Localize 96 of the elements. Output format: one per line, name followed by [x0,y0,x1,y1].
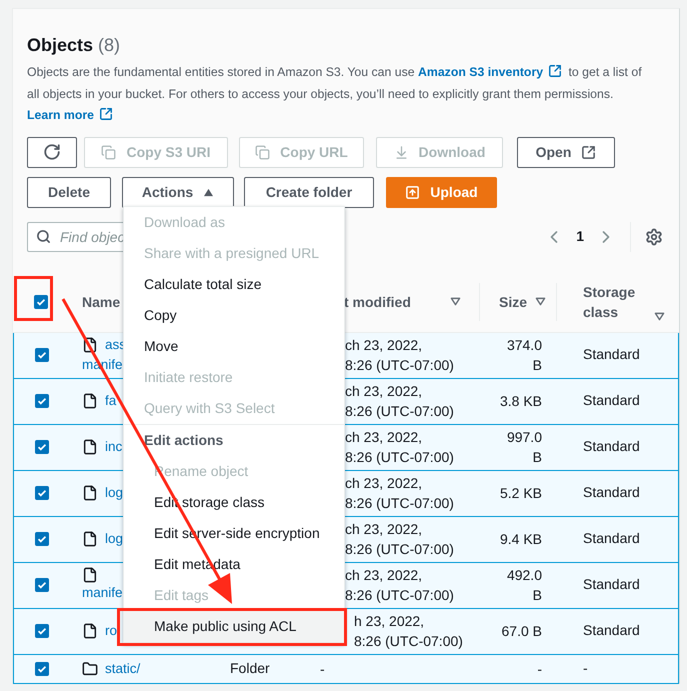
table-row[interactable]: static/ Folder - - - [13,654,679,684]
column-header[interactable]: Storage class [583,282,643,322]
modified-text: ch 23, 2022, [345,336,422,355]
object-count: (8) [98,34,120,57]
sort-icon[interactable] [535,297,546,306]
modified-text: h 23, 2022, [354,612,424,631]
toolbar-button[interactable]: Actions [122,176,234,208]
storage-class-text: Standard [583,530,640,546]
checkbox[interactable] [34,532,48,546]
modified-text: 8:26 (UTC-07:00) [345,494,454,513]
upload-icon [405,184,420,200]
object-name-link[interactable]: fa [105,391,116,411]
check-icon [36,487,48,499]
modified-text: ch 23, 2022, [345,428,422,447]
copy-icon [255,144,270,160]
storage-class-text: Standard [583,346,640,362]
storage-class-text: Standard [583,576,640,592]
help-link[interactable]: Learn more [27,108,94,122]
size-text: - [537,660,542,678]
settings-icon[interactable] [645,228,663,246]
object-name-link[interactable]: manife [82,583,123,603]
size-text: 3.8 KB [500,392,542,411]
modified-text: 8:26 (UTC-07:00) [345,448,454,467]
refresh-icon [43,143,61,161]
file-icon [82,393,98,409]
checkbox[interactable] [34,624,48,638]
check-icon [36,349,48,361]
modified-text: 8:26 (UTC-07:00) [354,632,463,651]
menu-item[interactable]: Make public using ACL [124,611,344,642]
sort-icon[interactable] [654,312,665,320]
size-text: 492.0 B [506,566,542,605]
menu-item[interactable]: Copy [124,300,344,331]
file-icon [82,337,98,353]
modified-text: 8:26 (UTC-07:00) [345,356,454,375]
checkbox[interactable] [34,348,48,362]
modified-text: ch 23, 2022, [345,520,422,539]
download-icon [394,144,409,160]
toolbar-button[interactable]: Delete [27,176,111,208]
modified-text: ch 23, 2022, [345,474,422,493]
checkbox[interactable] [34,394,48,408]
file-icon [82,567,98,583]
modified-text: ch 23, 2022, [345,566,422,585]
highlight-frame [14,276,53,321]
size-text: 997.0 B [506,428,542,467]
modified-text: 8:26 (UTC-07:00) [345,540,454,559]
check-icon [36,579,48,591]
check-icon [36,441,48,453]
column-header[interactable]: t modified [344,292,411,312]
column-header[interactable]: Size [499,292,528,312]
checkbox[interactable] [34,662,48,676]
panel-title: Objects [27,34,94,57]
search-icon [36,228,51,244]
check-icon [36,395,48,407]
toolbar-button[interactable]: Create folder [244,176,374,208]
menu-item[interactable]: Calculate total size [124,269,344,300]
object-name-link[interactable]: log [105,529,124,549]
storage-class-text: Standard [583,392,640,408]
column-header[interactable]: Name [82,292,120,312]
storage-class-text: - [583,660,588,676]
size-text: 9.4 KB [500,530,542,549]
object-name-link[interactable]: ro [105,621,118,641]
checkbox[interactable] [34,294,48,308]
refresh-button[interactable] [27,136,77,168]
object-name-link[interactable]: inc [105,437,122,457]
modified-text: 8:26 (UTC-07:00) [345,586,454,605]
storage-class-text: Standard [583,484,640,500]
size-text: 67.0 B [502,622,542,641]
checkbox[interactable] [34,578,48,592]
menu-item[interactable]: Move [124,331,344,362]
check-icon [36,533,48,545]
page-number[interactable]: 1 [576,226,584,247]
check-icon [36,625,48,637]
storage-class-text: Standard [583,622,640,638]
modified-text: 8:26 (UTC-07:00) [345,402,454,421]
copy-icon [101,144,116,160]
checkbox[interactable] [34,440,48,454]
file-icon [82,623,98,639]
checkbox[interactable] [34,486,48,500]
storage-class-text: Standard [583,438,640,454]
modified-text: - [320,660,325,678]
size-text: 5.2 KB [500,484,542,503]
menu-group-label: Edit actions [143,431,224,450]
type-text: Folder [230,660,270,676]
help-link[interactable]: Amazon S3 inventory [418,65,544,79]
file-icon [82,439,98,455]
sort-icon[interactable] [450,297,461,306]
toolbar-button[interactable]: Open [517,136,615,168]
file-icon [82,485,98,501]
size-text: 374.0 B [506,336,542,375]
external-link-icon [581,144,596,160]
object-name-link[interactable]: log [105,483,124,503]
folder-icon [82,660,98,676]
modified-text: ch 23, 2022, [345,382,422,401]
description-text: Objects are the fundamental entities stored in Amazon S3. You can use Amazon S3 inventory to get a list of all objects in your bucket. For others to access your objects, you’ll need to explicitly grant them permissions. Learn more [27,63,643,124]
file-icon [82,531,98,547]
object-name-link[interactable]: static/ [105,658,140,678]
